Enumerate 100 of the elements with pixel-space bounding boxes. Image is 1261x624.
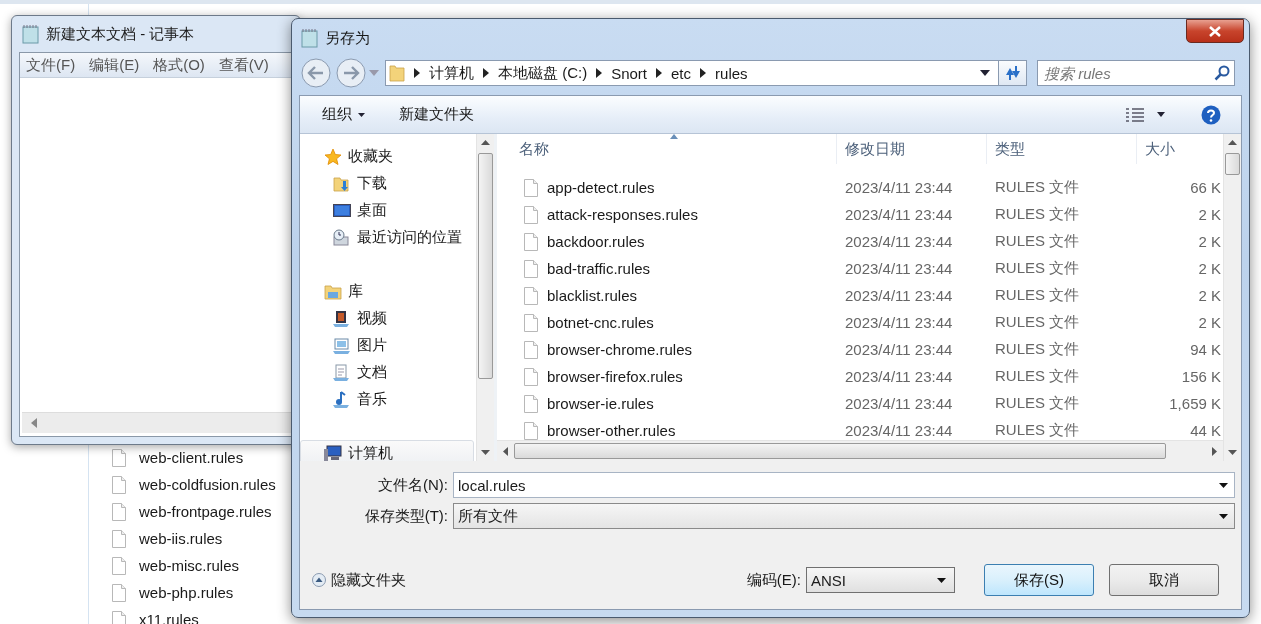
scroll-up-icon[interactable] xyxy=(481,140,490,145)
breadcrumb-item[interactable]: 本地磁盘 (C:) xyxy=(498,63,588,83)
file-icon xyxy=(524,286,538,305)
size-cell-text: 94 K xyxy=(1189,341,1222,358)
horizontal-scrollbar[interactable] xyxy=(497,440,1223,461)
file-name[interactable]: browser-chrome.rules xyxy=(547,341,693,358)
chevron-icon[interactable] xyxy=(483,68,489,78)
sidebar-item[interactable]: 视频 xyxy=(300,305,476,332)
scroll-left-icon[interactable] xyxy=(31,418,37,428)
type-cell-text: RULES 文件 xyxy=(994,232,1081,251)
chevron-icon[interactable] xyxy=(596,68,603,78)
file-name[interactable]: bad-traffic.rules xyxy=(547,260,651,277)
caret-icon xyxy=(358,112,365,117)
column-header[interactable]: 名称 xyxy=(497,134,837,164)
scroll-right-icon[interactable] xyxy=(1212,446,1217,456)
file-name[interactable]: browser-firefox.rules xyxy=(547,368,683,385)
scroll-left-icon[interactable] xyxy=(503,446,508,456)
notepad-icon xyxy=(22,24,40,44)
cancel-button[interactable]: 取消 xyxy=(1109,564,1219,596)
menu-item[interactable]: 文件(F) xyxy=(26,55,76,75)
sidebar-item[interactable]: 下载 xyxy=(300,170,476,197)
notepad-icon xyxy=(301,28,319,48)
date-cell-text: 2023/4/11 23:44 xyxy=(844,341,954,358)
chevron-icon[interactable] xyxy=(700,68,707,78)
sidebar-item[interactable]: 图片 xyxy=(300,332,476,359)
file-icon xyxy=(524,259,538,278)
size-cell-text: 2 K xyxy=(1197,233,1222,250)
type-cell-text: RULES 文件 xyxy=(994,286,1081,305)
file-name[interactable]: browser-ie.rules xyxy=(547,395,654,412)
folder-icon xyxy=(389,64,405,82)
sidebar-item[interactable]: 库 xyxy=(300,278,476,305)
dropdown-arrow-icon xyxy=(1219,482,1228,488)
menu-item[interactable]: 格式(O) xyxy=(153,55,205,75)
breadcrumb-item[interactable]: etc xyxy=(671,64,692,82)
hide-folders-toggle[interactable]: 隐藏文件夹 xyxy=(312,570,406,590)
search-field[interactable]: 搜索 rules xyxy=(1037,60,1235,86)
refresh-button[interactable] xyxy=(999,60,1027,86)
save-button[interactable]: 保存(S) xyxy=(984,564,1094,596)
scroll-thumb[interactable] xyxy=(514,443,1166,459)
file-name[interactable]: backdoor.rules xyxy=(547,233,645,250)
file-icon xyxy=(524,313,538,332)
star-icon xyxy=(324,147,342,166)
download-folder-icon xyxy=(333,174,351,193)
music-note-icon xyxy=(333,390,351,409)
scroll-down-icon[interactable] xyxy=(1228,450,1237,455)
sidebar-item[interactable]: 文档 xyxy=(300,359,476,386)
column-header[interactable]: 修改日期 xyxy=(837,134,987,164)
window-title: 新建文本文档 - 记事本 xyxy=(46,24,195,44)
file-icon xyxy=(112,502,126,521)
caret-icon[interactable] xyxy=(1157,112,1165,117)
scroll-thumb[interactable] xyxy=(478,153,493,379)
scroll-down-icon[interactable] xyxy=(481,450,490,455)
address-bar[interactable]: 计算机 本地磁盘 (C:) Snort etc rules xyxy=(385,60,999,86)
date-cell-text: 2023/4/11 23:44 xyxy=(844,368,954,385)
menu-item[interactable]: 查看(V) xyxy=(218,55,269,75)
date-cell-text: 2023/4/11 23:44 xyxy=(844,233,954,250)
library-icon xyxy=(324,282,342,301)
file-name[interactable]: attack-responses.rules xyxy=(547,206,698,223)
encoding-dropdown[interactable]: ANSI xyxy=(806,567,955,593)
new-folder-button[interactable]: 新建文件夹 xyxy=(385,101,488,128)
organize-button[interactable]: 组织 xyxy=(308,101,379,128)
type-cell-text: RULES 文件 xyxy=(994,313,1081,332)
breadcrumb-item[interactable]: 计算机 xyxy=(429,63,474,83)
sidebar-item[interactable]: 计算机 xyxy=(300,440,474,461)
help-icon[interactable] xyxy=(1201,104,1221,125)
file-icon xyxy=(112,475,126,494)
file-name[interactable]: app-detect.rules xyxy=(547,179,655,196)
chevron-icon[interactable] xyxy=(414,68,420,78)
sidebar-item[interactable]: 音乐 xyxy=(300,386,476,413)
file-name[interactable]: browser-other.rules xyxy=(547,422,676,439)
file-name[interactable]: blacklist.rules xyxy=(547,287,638,304)
vertical-scrollbar[interactable] xyxy=(1223,134,1241,461)
breadcrumb-item[interactable]: rules xyxy=(715,64,748,82)
type-cell-text: RULES 文件 xyxy=(994,367,1081,386)
menu-item[interactable]: 编辑(E) xyxy=(89,55,140,75)
column-header[interactable]: 大小 xyxy=(1137,134,1223,164)
file-type-dropdown[interactable]: 所有文件 xyxy=(453,503,1235,529)
date-cell-text: 2023/4/11 23:44 xyxy=(844,179,954,196)
dropdown-arrow-icon[interactable] xyxy=(980,70,990,76)
horizontal-scrollbar[interactable] xyxy=(22,412,292,433)
sidebar-item[interactable]: 最近访问的位置 xyxy=(300,224,476,251)
size-cell-text: 2 K xyxy=(1197,287,1222,304)
close-button[interactable] xyxy=(1186,19,1244,43)
search-icon[interactable] xyxy=(1214,65,1230,81)
file-icon xyxy=(524,205,538,224)
monitor-icon xyxy=(333,201,351,220)
vertical-scrollbar[interactable] xyxy=(476,134,494,461)
file-name[interactable]: botnet-cnc.rules xyxy=(547,314,654,331)
size-cell-text: 156 K xyxy=(1180,368,1222,385)
file-icon xyxy=(112,556,126,575)
scroll-up-icon[interactable] xyxy=(1228,140,1237,145)
file-icon xyxy=(112,529,126,548)
scroll-thumb[interactable] xyxy=(1225,153,1240,175)
column-header[interactable]: 类型 xyxy=(987,134,1137,164)
breadcrumb-item[interactable]: Snort xyxy=(611,64,648,82)
file-name-field[interactable]: local.rules xyxy=(453,472,1235,498)
chevron-icon[interactable] xyxy=(656,68,663,78)
sidebar-item[interactable]: 收藏夹 xyxy=(300,143,476,170)
field-label: 编码(E): xyxy=(746,570,801,590)
sidebar-item[interactable]: 桌面 xyxy=(300,197,476,224)
